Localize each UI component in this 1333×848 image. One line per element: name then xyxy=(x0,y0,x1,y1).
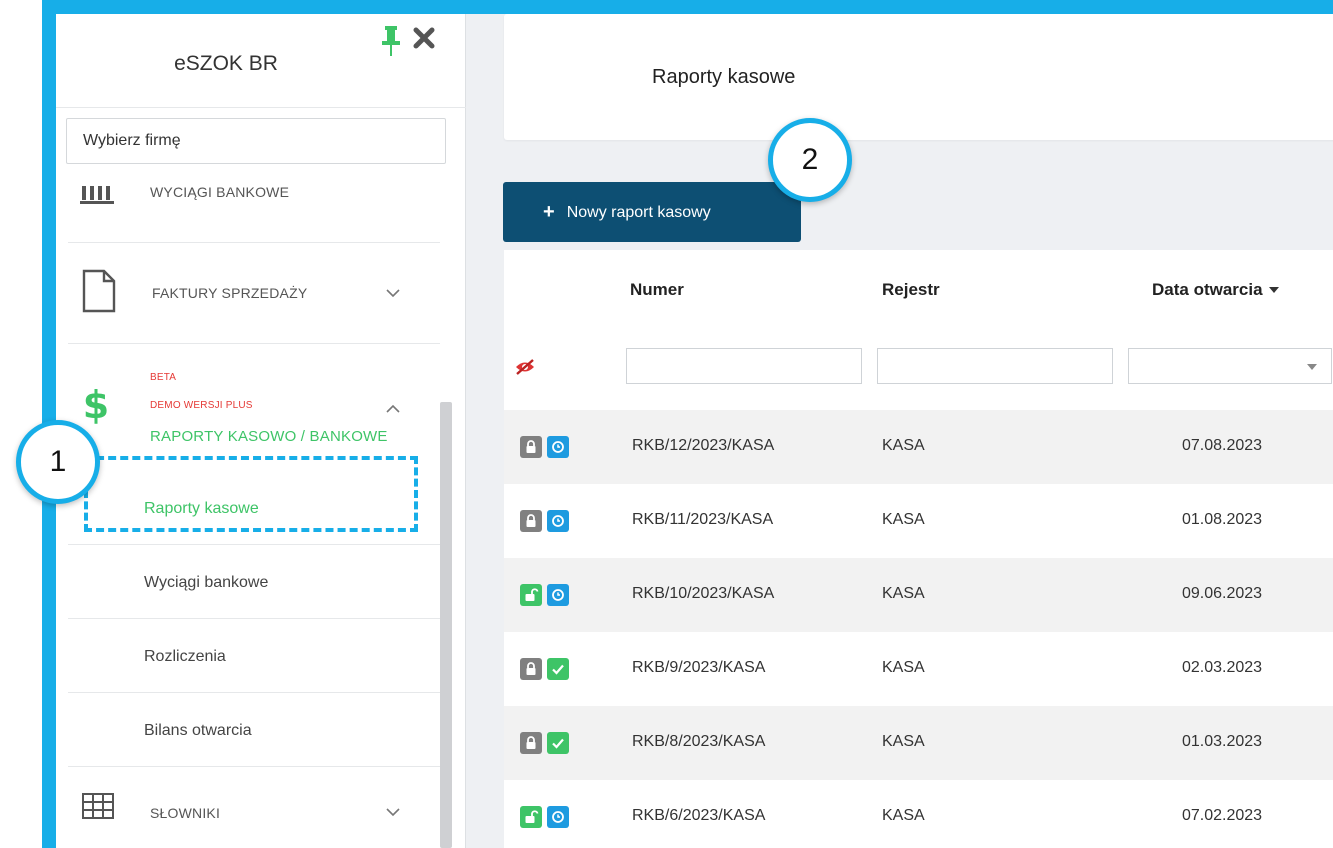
filter-rejestr-input[interactable] xyxy=(877,348,1113,384)
new-cash-report-button[interactable]: + Nowy raport kasowy xyxy=(503,182,801,242)
filter-numer-input[interactable] xyxy=(626,348,862,384)
app-title: eSZOK BR xyxy=(174,52,278,75)
check-icon xyxy=(547,658,569,680)
lock-icon xyxy=(520,510,542,532)
cell-data: 07.08.2023 xyxy=(1182,437,1263,454)
table-row[interactable]: RKB/11/2023/KASA KASA 01.08.2023 xyxy=(504,484,1333,558)
divider xyxy=(68,618,440,619)
cell-numer: RKB/8/2023/KASA xyxy=(632,733,766,750)
cell-rejestr: KASA xyxy=(882,437,925,454)
sidebar-item-slowniki[interactable]: SŁOWNIKI xyxy=(56,767,440,848)
cell-data: 01.08.2023 xyxy=(1182,511,1263,528)
lock-icon xyxy=(520,732,542,754)
sidebar-header: eSZOK BR xyxy=(56,14,466,108)
new-cash-report-label: Nowy raport kasowy xyxy=(566,203,711,221)
close-icon[interactable] xyxy=(412,26,436,50)
unlock-icon xyxy=(520,584,542,606)
column-header-rejestr[interactable]: Rejestr xyxy=(882,280,940,300)
sidebar-subitem-wyciagi-bankowe[interactable]: Wyciągi bankowe xyxy=(144,574,268,592)
table-row[interactable]: RKB/9/2023/KASA KASA 02.03.2023 xyxy=(504,632,1333,706)
sort-desc-icon xyxy=(1268,287,1279,293)
column-header-numer[interactable]: Numer xyxy=(630,280,684,300)
table-row[interactable]: RKB/10/2023/KASA KASA 09.06.2023 xyxy=(504,558,1333,632)
table-row[interactable]: RKB/6/2023/KASA KASA 07.02.2023 xyxy=(504,780,1333,848)
sidebar-item-label: WYCIĄGI BANKOWE xyxy=(150,184,290,200)
clock-icon xyxy=(547,436,569,458)
cell-data: 07.02.2023 xyxy=(1182,807,1263,824)
cell-numer: RKB/9/2023/KASA xyxy=(632,659,766,676)
check-icon xyxy=(547,732,569,754)
sidebar-item-faktury[interactable]: FAKTURY SPRZEDAŻY xyxy=(56,243,440,343)
lock-icon xyxy=(520,436,542,458)
sidebar-item-wyciagi[interactable]: WYCIĄGI BANKOWE xyxy=(56,174,440,242)
reports-table: Numer Rejestr Data otwarcia RKB/12/2023/… xyxy=(504,250,1333,848)
page-title: Raporty kasowe xyxy=(652,66,796,88)
plus-icon: + xyxy=(543,200,555,223)
column-header-data-otwarcia[interactable]: Data otwarcia xyxy=(1152,280,1279,300)
cell-rejestr: KASA xyxy=(882,807,925,824)
column-header-label: Data otwarcia xyxy=(1152,280,1263,299)
cell-rejestr: KASA xyxy=(882,511,925,528)
cell-data: 09.06.2023 xyxy=(1182,585,1263,602)
callout-1: 1 xyxy=(16,420,100,504)
clock-icon xyxy=(547,584,569,606)
unlock-icon xyxy=(520,806,542,828)
document-icon xyxy=(82,269,116,313)
clock-icon xyxy=(547,806,569,828)
sidebar-subitem-bilans-otwarcia[interactable]: Bilans otwarcia xyxy=(144,722,252,740)
main-content: Raporty kasowe + Nowy raport kasowy Numer… xyxy=(466,14,1333,848)
chevron-down-icon xyxy=(386,289,400,298)
bank-icon xyxy=(80,186,114,204)
filter-data-select[interactable] xyxy=(1128,348,1332,384)
cell-rejestr: KASA xyxy=(882,733,925,750)
sidebar-item-label: SŁOWNIKI xyxy=(150,805,221,821)
sidebar-item-label: FAKTURY SPRZEDAŻY xyxy=(152,285,308,301)
highlight-box xyxy=(84,456,418,532)
title-card: Raporty kasowe xyxy=(504,14,1333,140)
chevron-down-icon xyxy=(1307,364,1317,370)
dollar-icon: $ xyxy=(83,383,109,426)
clock-icon xyxy=(547,510,569,532)
cell-rejestr: KASA xyxy=(882,659,925,676)
sidebar-scrollbar[interactable] xyxy=(440,402,452,848)
hide-columns-icon[interactable] xyxy=(514,358,536,376)
table-row[interactable]: RKB/12/2023/KASA KASA 07.08.2023 xyxy=(504,410,1333,484)
divider xyxy=(68,544,440,545)
demo-tag: DEMO WERSJI PLUS xyxy=(150,400,253,411)
cell-numer: RKB/10/2023/KASA xyxy=(632,585,775,602)
chevron-up-icon xyxy=(386,404,400,413)
table-row[interactable]: RKB/8/2023/KASA KASA 01.03.2023 xyxy=(504,706,1333,780)
cell-numer: RKB/11/2023/KASA xyxy=(632,511,774,528)
cell-data: 02.03.2023 xyxy=(1182,659,1263,676)
sidebar-item-label: RAPORTY KASOWO / BANKOWE xyxy=(150,428,388,445)
firm-select-input[interactable] xyxy=(66,118,446,164)
cell-numer: RKB/6/2023/KASA xyxy=(632,807,766,824)
cell-data: 01.03.2023 xyxy=(1182,733,1263,750)
sidebar-subitem-rozliczenia[interactable]: Rozliczenia xyxy=(144,648,226,666)
pin-icon[interactable] xyxy=(380,26,402,58)
grid-table-icon xyxy=(82,793,114,819)
callout-2: 2 xyxy=(768,118,852,202)
chevron-down-icon xyxy=(386,808,400,817)
cell-numer: RKB/12/2023/KASA xyxy=(632,437,775,454)
cell-rejestr: KASA xyxy=(882,585,925,602)
divider xyxy=(68,692,440,693)
beta-tag: BETA xyxy=(150,372,177,383)
sidebar-item-raporty[interactable]: $ BETA DEMO WERSJI PLUS RAPORTY KASOWO /… xyxy=(56,344,440,474)
sidebar: eSZOK BR WYCIĄG xyxy=(56,14,466,848)
svg-text:$: $ xyxy=(83,383,109,426)
app-frame: eSZOK BR WYCIĄG xyxy=(42,0,1333,848)
lock-icon xyxy=(520,658,542,680)
